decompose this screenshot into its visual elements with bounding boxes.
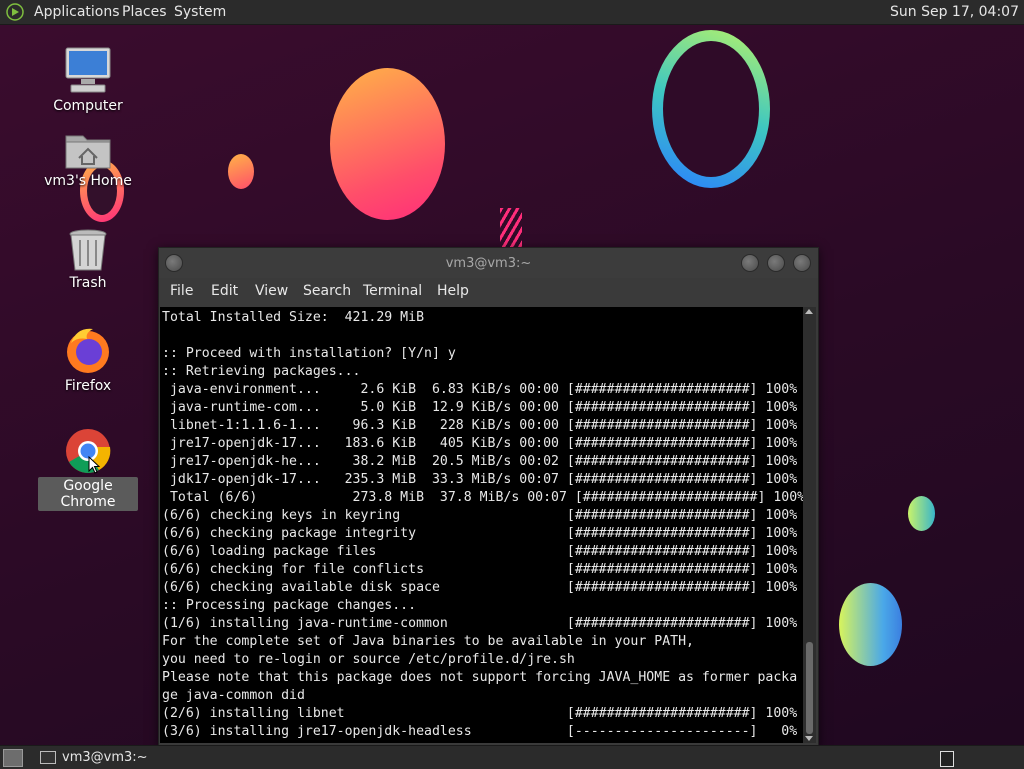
terminal-line: (6/6) checking keys in keyring [########… bbox=[162, 508, 798, 523]
desktop-icon-label: Computer bbox=[53, 98, 123, 114]
terminal-line: java-environment... 2.6 KiB 6.83 KiB/s 0… bbox=[162, 382, 798, 397]
computer-icon bbox=[65, 47, 111, 93]
wallpaper-ring bbox=[652, 30, 770, 188]
distro-logo-icon[interactable] bbox=[6, 3, 24, 21]
minimize-button[interactable] bbox=[741, 254, 759, 272]
desktop-icon-computer[interactable]: Computer bbox=[38, 45, 138, 115]
taskbar-item-label: vm3@vm3:~ bbox=[62, 750, 148, 765]
terminal-line: jre17-openjdk-he... 38.2 MiB 20.5 MiB/s … bbox=[162, 454, 798, 469]
terminal-text: Total Installed Size: 421.29 MiB :: Proc… bbox=[160, 307, 803, 741]
show-desktop-button[interactable] bbox=[3, 749, 23, 767]
firefox-icon bbox=[67, 328, 109, 373]
workspace-switcher[interactable] bbox=[940, 751, 954, 767]
terminal-line: Total (6/6) 273.8 MiB 37.8 MiB/s 00:07 [… bbox=[162, 490, 803, 505]
terminal-line: :: Retrieving packages... bbox=[162, 364, 361, 379]
terminal-line: ge java-common did bbox=[162, 688, 305, 703]
menu-help[interactable]: Help bbox=[437, 283, 469, 299]
terminal-icon bbox=[40, 751, 56, 764]
terminal-line: :: Proceed with installation? [Y/n] y bbox=[162, 346, 456, 361]
terminal-titlebar[interactable]: vm3@vm3:~ bbox=[159, 248, 818, 278]
wallpaper-small-orange-oval bbox=[228, 154, 254, 189]
menu-system[interactable]: System bbox=[174, 0, 226, 24]
terminal-line: Please note that this package does not s… bbox=[162, 670, 798, 685]
scroll-thumb[interactable] bbox=[806, 642, 813, 734]
menu-places[interactable]: Places bbox=[122, 0, 167, 24]
window-title: vm3@vm3:~ bbox=[445, 256, 532, 271]
close-button[interactable] bbox=[793, 254, 811, 272]
terminal-line: :: Processing package changes... bbox=[162, 598, 417, 613]
bottom-panel: vm3@vm3:~ bbox=[0, 745, 1024, 769]
terminal-line: (6/6) checking package integrity [######… bbox=[162, 526, 798, 541]
terminal-line: (1/6) installing java-runtime-common [##… bbox=[162, 616, 798, 631]
terminal-line: jre17-openjdk-17... 183.6 KiB 405 KiB/s … bbox=[162, 436, 798, 451]
terminal-line: For the complete set of Java binaries to… bbox=[162, 634, 694, 649]
terminal-line: jdk17-openjdk-17... 235.3 MiB 33.3 MiB/s… bbox=[162, 472, 798, 487]
terminal-line: you need to re-login or source /etc/prof… bbox=[162, 652, 575, 667]
desktop-icon-firefox[interactable]: Firefox bbox=[38, 325, 138, 395]
terminal-line: Total Installed Size: 421.29 MiB bbox=[162, 310, 425, 325]
taskbar-item-terminal[interactable]: vm3@vm3:~ bbox=[36, 746, 156, 769]
menu-view[interactable]: View bbox=[255, 283, 288, 299]
terminal-line: (2/6) installing libnet [###############… bbox=[162, 706, 798, 721]
desktop-icon-label: Firefox bbox=[64, 378, 112, 394]
wallpaper-blue-oval bbox=[839, 583, 902, 666]
terminal-line: (6/6) checking available disk space [###… bbox=[162, 580, 798, 595]
terminal-line: libnet-1:1.1.6-1... 96.3 KiB 228 KiB/s 0… bbox=[162, 418, 798, 433]
terminal-line: java-runtime-com... 5.0 KiB 12.9 KiB/s 0… bbox=[162, 400, 798, 415]
menu-applications[interactable]: Applications bbox=[34, 0, 120, 24]
menu-file[interactable]: File bbox=[170, 283, 193, 299]
menu-edit[interactable]: Edit bbox=[211, 283, 238, 299]
scroll-up-icon[interactable] bbox=[805, 309, 813, 314]
wallpaper-orange-oval bbox=[330, 68, 445, 220]
clock[interactable]: Sun Sep 17, 04:07 bbox=[890, 0, 1019, 24]
terminal-line: (6/6) loading package files [###########… bbox=[162, 544, 798, 559]
desktop-icon-label: Google Chrome bbox=[38, 477, 138, 511]
home-folder-icon bbox=[65, 135, 111, 169]
desktop-icon-trash[interactable]: Trash bbox=[38, 228, 138, 292]
terminal-scrollbar[interactable] bbox=[803, 307, 816, 743]
terminal-line: (6/6) checking for file conflicts [#####… bbox=[162, 562, 798, 577]
trash-icon bbox=[69, 229, 107, 271]
scroll-down-icon[interactable] bbox=[805, 736, 813, 741]
wallpaper-green-oval bbox=[908, 496, 935, 531]
terminal-line: (3/6) installing jre17-openjdk-headless … bbox=[162, 724, 798, 739]
desktop-icon-label: vm3's Home bbox=[44, 173, 132, 189]
terminal-window[interactable]: vm3@vm3:~ File Edit View Search Terminal… bbox=[158, 247, 819, 747]
terminal-output[interactable]: Total Installed Size: 421.29 MiB :: Proc… bbox=[160, 307, 803, 743]
desktop-icon-home[interactable]: vm3's Home bbox=[38, 130, 138, 190]
wallpaper-pink-stripes bbox=[500, 208, 522, 248]
menu-terminal[interactable]: Terminal bbox=[363, 283, 422, 299]
desktop-icon-label: Trash bbox=[69, 275, 107, 291]
mouse-cursor-icon bbox=[88, 456, 100, 474]
menu-search[interactable]: Search bbox=[303, 283, 351, 299]
top-panel: Applications Places System Sun Sep 17, 0… bbox=[0, 0, 1024, 25]
terminal-menubar: File Edit View Search Terminal Help bbox=[159, 278, 818, 306]
maximize-button[interactable] bbox=[767, 254, 785, 272]
